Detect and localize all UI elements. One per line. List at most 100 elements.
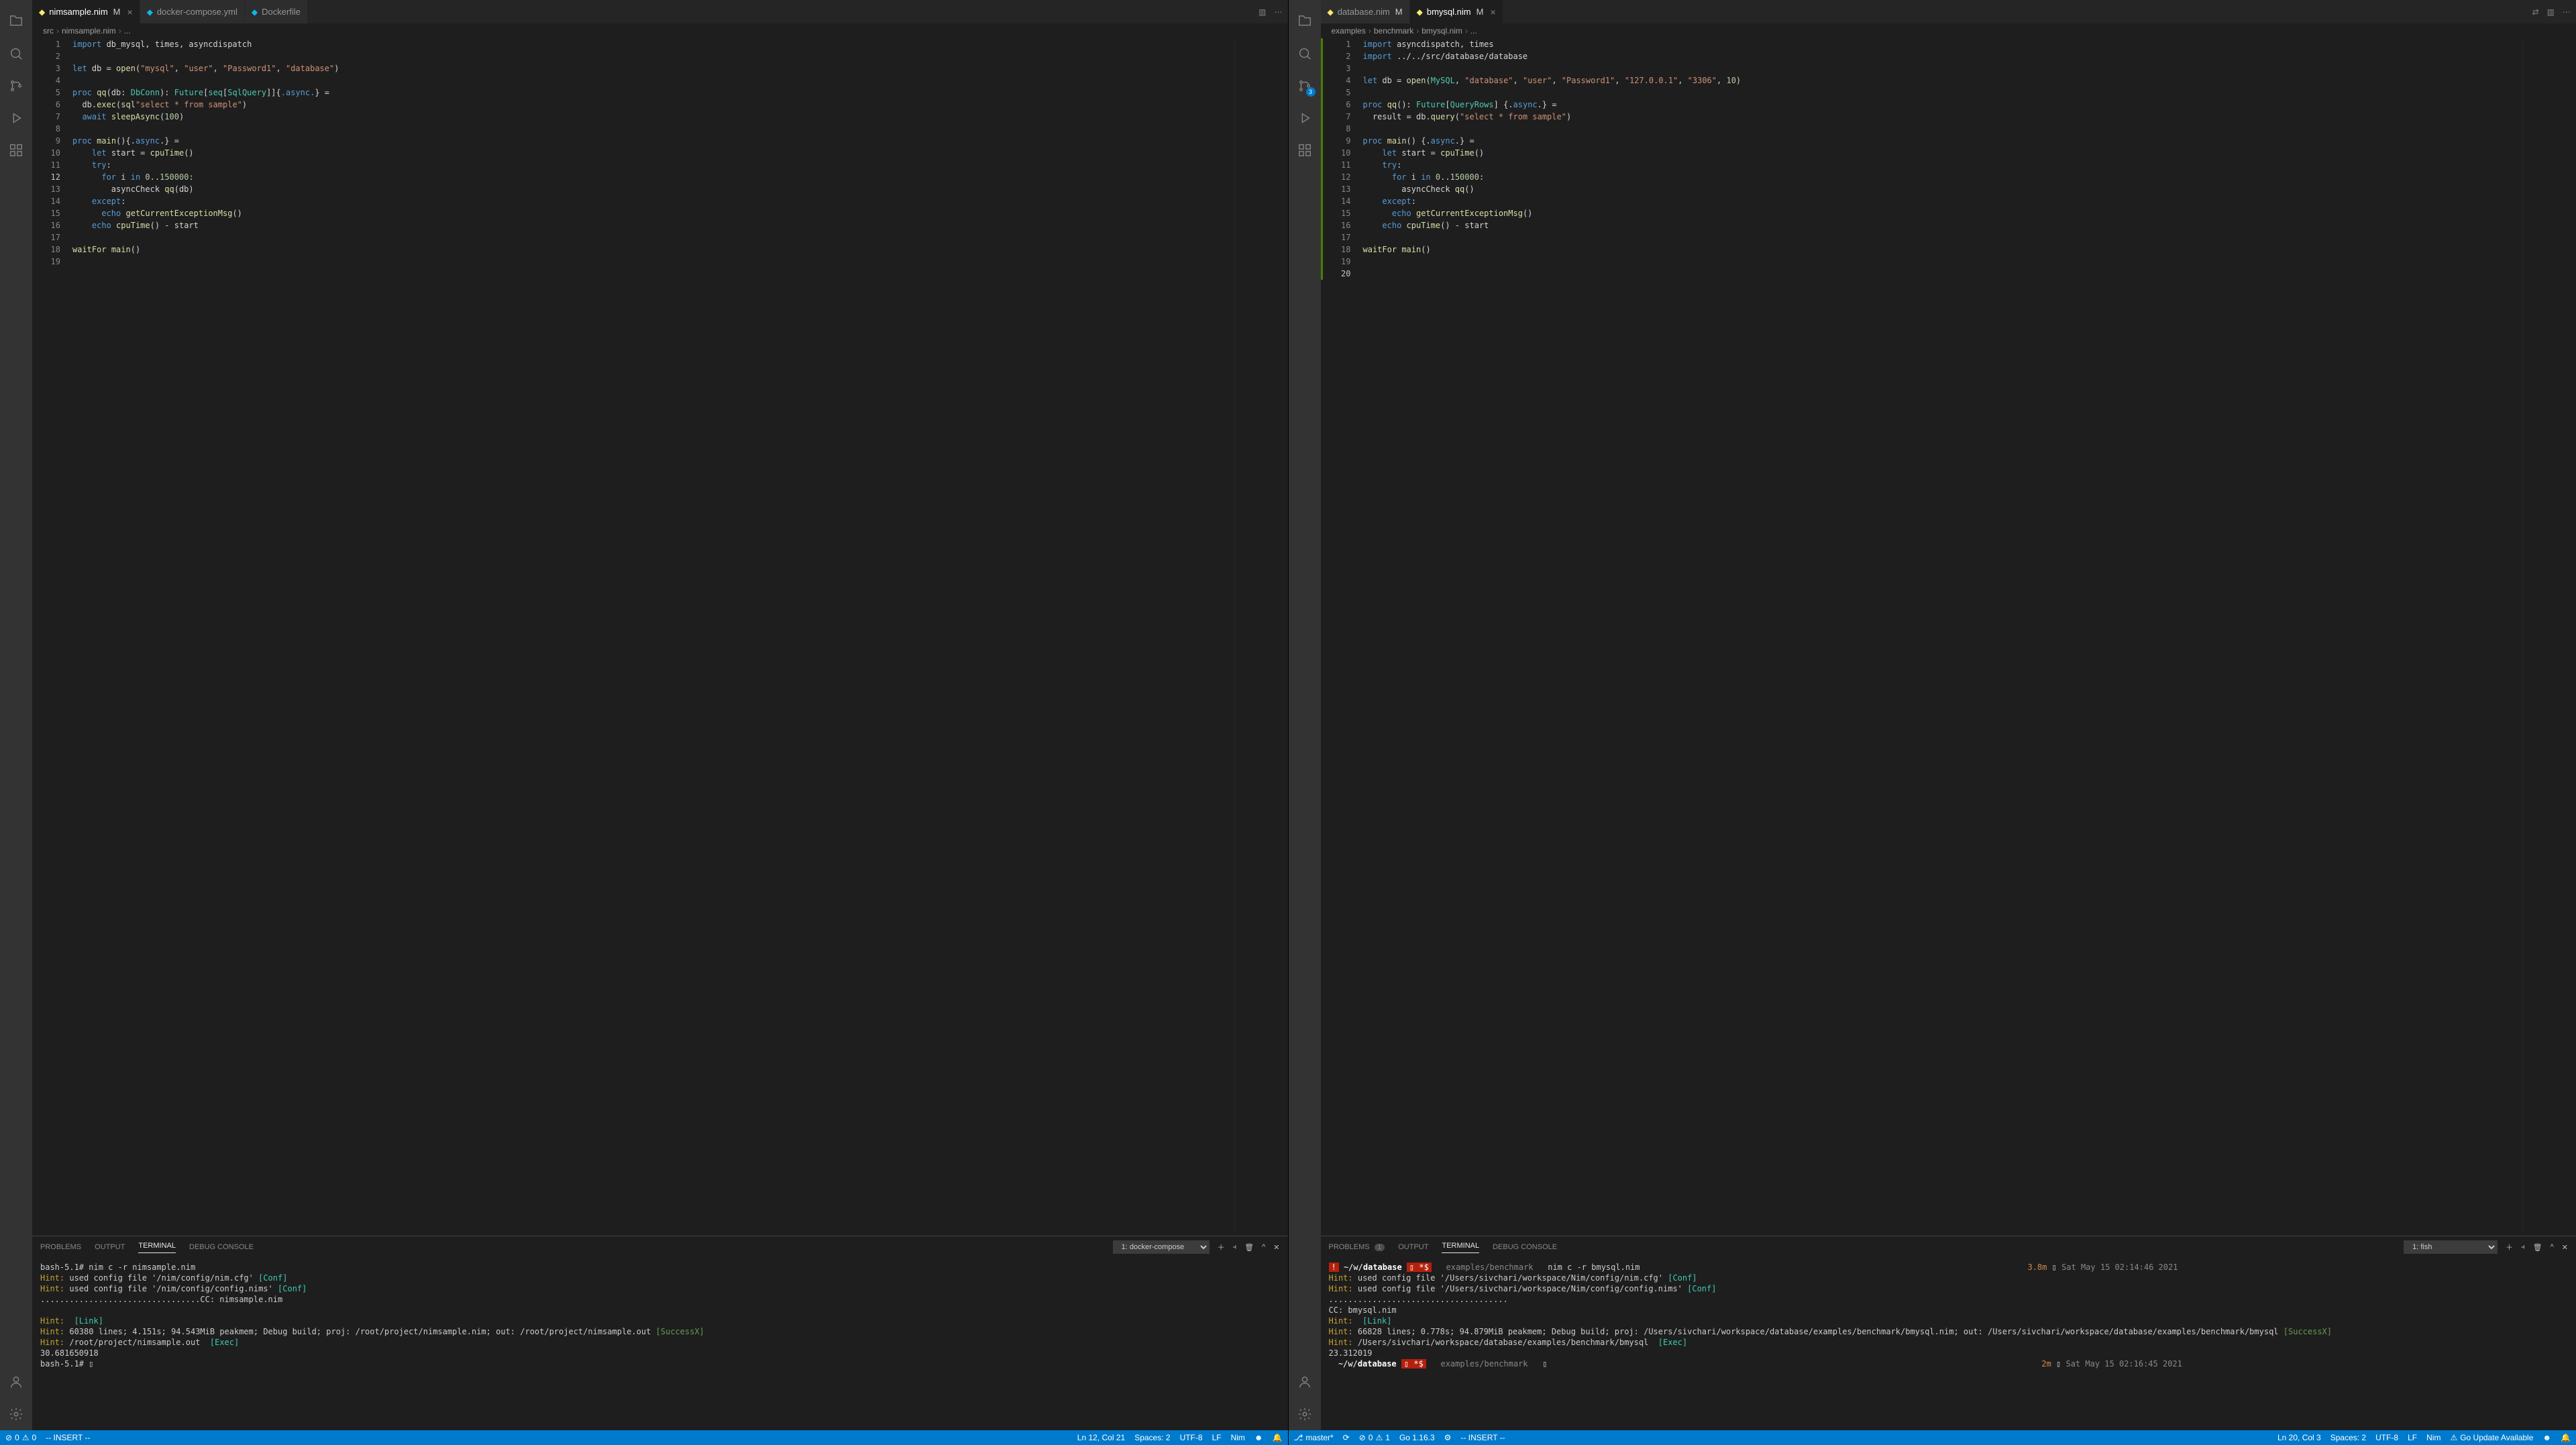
extensions-icon[interactable]: [0, 134, 32, 166]
settings-icon[interactable]: [0, 1398, 32, 1430]
panel-tab-problems[interactable]: PROBLEMS 1: [1329, 1243, 1385, 1251]
window-left: ◆nimsample.nimM×◆docker-compose.yml◆Dock…: [0, 0, 1289, 1445]
status-feedback-icon[interactable]: ☻: [2542, 1433, 2551, 1442]
tab-nimsample-nim[interactable]: ◆nimsample.nimM×: [32, 0, 140, 23]
minimap[interactable]: [2522, 38, 2576, 1236]
panel-right: PROBLEMS 1 OUTPUT TERMINAL DEBUG CONSOLE 1:…: [1321, 1236, 2576, 1430]
panel-tab-debug-console[interactable]: DEBUG CONSOLE: [189, 1243, 254, 1251]
kill-terminal-icon[interactable]: 🗑: [2533, 1243, 2542, 1252]
status-errors[interactable]: ⊘ 0 ⚠ 1: [1359, 1433, 1390, 1442]
scm-badge: 3: [1306, 87, 1316, 97]
file-icon: ◆: [147, 7, 153, 17]
source-control-icon[interactable]: [0, 70, 32, 102]
terminal-selector[interactable]: 1: docker-compose: [1113, 1240, 1210, 1254]
run-debug-icon[interactable]: [0, 102, 32, 134]
close-panel-icon[interactable]: ✕: [2562, 1243, 2568, 1252]
explorer-icon[interactable]: [0, 5, 32, 38]
status-go-tools-icon[interactable]: ⚙: [1444, 1433, 1452, 1442]
panel-tab-output[interactable]: OUTPUT: [1398, 1243, 1428, 1251]
minimap[interactable]: [1234, 38, 1288, 1236]
compare-icon[interactable]: ⇄: [2532, 7, 2539, 17]
status-position[interactable]: Ln 12, Col 21: [1077, 1433, 1125, 1442]
status-indent[interactable]: Spaces: 2: [2330, 1433, 2366, 1442]
activity-bar-left: [0, 0, 32, 1430]
close-tab-icon[interactable]: ×: [127, 7, 133, 17]
source-control-icon[interactable]: 3: [1289, 70, 1321, 102]
status-language[interactable]: Nim: [1231, 1433, 1245, 1442]
tab-label: nimsample.nim: [49, 7, 107, 17]
tab-label: database.nim: [1338, 7, 1390, 17]
breadcrumb-right[interactable]: examples›benchmark›bmysql.nim›...: [1321, 23, 2576, 38]
status-language[interactable]: Nim: [2426, 1433, 2440, 1442]
search-icon[interactable]: [1289, 38, 1321, 70]
panel-tab-problems[interactable]: PROBLEMS: [40, 1243, 81, 1251]
extensions-icon[interactable]: [1289, 134, 1321, 166]
status-sync-icon[interactable]: ⟳: [1343, 1433, 1350, 1442]
status-bar-right: ⎇ master* ⟳ ⊘ 0 ⚠ 1 Go 1.16.3 ⚙ -- INSER…: [1289, 1430, 2576, 1445]
search-icon[interactable]: [0, 38, 32, 70]
tab-bar-left: ◆nimsample.nimM×◆docker-compose.yml◆Dock…: [32, 0, 1288, 23]
close-panel-icon[interactable]: ✕: [1273, 1243, 1279, 1252]
status-feedback-icon[interactable]: ☻: [1254, 1433, 1263, 1442]
modified-indicator: M: [113, 7, 121, 17]
status-encoding[interactable]: UTF-8: [1180, 1433, 1203, 1442]
more-icon[interactable]: ⋯: [2563, 7, 2571, 17]
kill-terminal-icon[interactable]: 🗑: [1244, 1243, 1254, 1252]
breadcrumb-left[interactable]: src›nimsample.nim›...: [32, 23, 1288, 38]
account-icon[interactable]: [0, 1366, 32, 1398]
panel-tab-output[interactable]: OUTPUT: [95, 1243, 125, 1251]
terminal-left[interactable]: bash-5.1# nim c -r nimsample.nim Hint: u…: [32, 1258, 1288, 1430]
status-bell-icon[interactable]: 🔔: [1273, 1433, 1283, 1442]
new-terminal-icon[interactable]: ＋: [1218, 1242, 1225, 1252]
settings-icon[interactable]: [1289, 1398, 1321, 1430]
more-icon[interactable]: ⋯: [1275, 7, 1283, 17]
account-icon[interactable]: [1289, 1366, 1321, 1398]
split-editor-icon[interactable]: ▥: [1258, 7, 1266, 17]
terminal-selector[interactable]: 1: fish: [2404, 1240, 2498, 1254]
tab-label: bmysql.nim: [1427, 7, 1471, 17]
tab-bar-right: ◆database.nimM◆bmysql.nimM× ⇄ ▥ ⋯: [1321, 0, 2576, 23]
tab-label: Dockerfile: [262, 7, 301, 17]
status-update[interactable]: ⚠ Go Update Available: [2450, 1433, 2533, 1442]
panel-left: PROBLEMS OUTPUT TERMINAL DEBUG CONSOLE 1: d…: [32, 1236, 1288, 1430]
editor-right[interactable]: 1234567891011121314151617181920 import a…: [1321, 38, 2576, 1236]
activity-bar-right: 3: [1289, 0, 1321, 1430]
explorer-icon[interactable]: [1289, 5, 1321, 38]
tab-database-nim[interactable]: ◆database.nimM: [1321, 0, 1410, 23]
panel-tab-terminal[interactable]: TERMINAL: [1442, 1242, 1479, 1253]
split-terminal-icon[interactable]: ⫞: [2521, 1243, 2525, 1252]
status-errors[interactable]: ⊘ 0 ⚠ 0: [5, 1433, 36, 1442]
tab-docker-compose-yml[interactable]: ◆docker-compose.yml: [140, 0, 245, 23]
breadcrumb-segment[interactable]: src: [43, 26, 54, 36]
status-eol[interactable]: LF: [1212, 1433, 1222, 1442]
breadcrumb-segment[interactable]: benchmark: [1374, 26, 1413, 36]
terminal-right[interactable]: ! ~/w/database ▯ *$ examples/benchmark n…: [1321, 1258, 2576, 1430]
split-editor-icon[interactable]: ▥: [2547, 7, 2555, 17]
tab-Dockerfile[interactable]: ◆ Dockerfile: [245, 0, 308, 23]
problems-count-badge: 1: [1375, 1244, 1385, 1251]
panel-tab-terminal[interactable]: TERMINAL: [138, 1242, 176, 1253]
tab-bmysql-nim[interactable]: ◆bmysql.nimM×: [1410, 0, 1503, 23]
file-icon: ◆: [252, 7, 258, 17]
status-branch[interactable]: ⎇ master*: [1294, 1433, 1334, 1442]
breadcrumb-segment[interactable]: bmysql.nim: [1421, 26, 1462, 36]
panel-tab-debug-console[interactable]: DEBUG CONSOLE: [1493, 1243, 1557, 1251]
run-debug-icon[interactable]: [1289, 102, 1321, 134]
status-go[interactable]: Go 1.16.3: [1399, 1433, 1435, 1442]
maximize-panel-icon[interactable]: ^: [1262, 1243, 1265, 1251]
breadcrumb-segment[interactable]: ...: [124, 26, 131, 36]
status-bell-icon[interactable]: 🔔: [2561, 1433, 2571, 1442]
breadcrumb-segment[interactable]: nimsample.nim: [62, 26, 116, 36]
split-terminal-icon[interactable]: ⫞: [1233, 1243, 1237, 1252]
status-indent[interactable]: Spaces: 2: [1134, 1433, 1170, 1442]
status-position[interactable]: Ln 20, Col 3: [2277, 1433, 2321, 1442]
breadcrumb-segment[interactable]: ...: [1470, 26, 1477, 36]
editor-left[interactable]: 12345678910111213141516171819 import db_…: [32, 38, 1288, 1236]
status-bar-left: ⊘ 0 ⚠ 0 -- INSERT -- Ln 12, Col 21 Space…: [0, 1430, 1288, 1445]
maximize-panel-icon[interactable]: ^: [2551, 1243, 2554, 1251]
breadcrumb-segment[interactable]: examples: [1332, 26, 1366, 36]
status-encoding[interactable]: UTF-8: [2375, 1433, 2398, 1442]
status-eol[interactable]: LF: [2408, 1433, 2417, 1442]
close-tab-icon[interactable]: ×: [1490, 7, 1495, 17]
new-terminal-icon[interactable]: ＋: [2506, 1242, 2513, 1252]
